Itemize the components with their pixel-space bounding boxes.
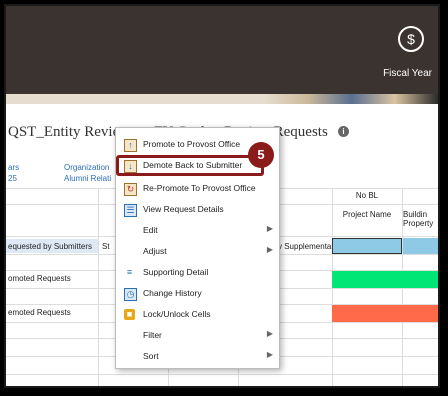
- group-header-no-bl: No BL: [355, 191, 379, 200]
- grid-cell-blue[interactable]: [403, 238, 438, 254]
- menu-item-label: Adjust: [143, 246, 167, 256]
- menu-item-label: Lock/Unlock Cells: [143, 309, 211, 319]
- menu-item-supporting-detail[interactable]: ≡ Supporting Detail: [116, 262, 279, 283]
- chevron-right-icon: ▶: [266, 329, 273, 338]
- menu-item-filter[interactable]: Filter ▶: [116, 325, 279, 346]
- column-header-building-line2: Property: [403, 219, 434, 228]
- menu-item-label: Promote to Provost Office: [143, 139, 241, 149]
- row-label-requested[interactable]: equested by Submitters: [8, 242, 92, 251]
- info-icon[interactable]: i: [338, 126, 349, 137]
- app-frame: $ Fiscal Year QST_Entity Reviewer - FY C…: [4, 4, 440, 388]
- column-header-project-name[interactable]: Project Name: [332, 210, 402, 219]
- fiscal-year-label[interactable]: Fiscal Year: [383, 68, 432, 79]
- menu-item-label: Filter: [143, 330, 162, 340]
- step-number-badge: 5: [248, 142, 274, 168]
- promoted-cells[interactable]: [332, 271, 438, 288]
- menu-item-lock-unlock[interactable]: ■ Lock/Unlock Cells: [116, 304, 279, 325]
- top-bar: $ Fiscal Year: [6, 6, 438, 94]
- menu-item-repromote[interactable]: ↻ Re-Promote To Provost Office: [116, 178, 279, 199]
- pov-year-label: ars: [8, 163, 20, 172]
- pov-year[interactable]: ars 25: [8, 162, 19, 184]
- menu-item-edit[interactable]: Edit ▶: [116, 220, 279, 241]
- menu-item-sort[interactable]: Sort ▶: [116, 346, 279, 367]
- pov-organization-label: Organization: [64, 163, 110, 172]
- pov-organization-value: Alumni Relati: [64, 174, 112, 183]
- chevron-right-icon: ▶: [266, 224, 273, 233]
- pov-organization[interactable]: Organization Alumni Relati: [64, 162, 111, 184]
- menu-item-label: Sort: [143, 351, 159, 361]
- row-label-demoted[interactable]: emoted Requests: [8, 308, 71, 317]
- menu-item-change-history[interactable]: ◷ Change History: [116, 283, 279, 304]
- details-icon: ☰: [124, 204, 137, 217]
- change-history-icon: ◷: [124, 288, 137, 301]
- menu-item-label: Edit: [143, 225, 158, 235]
- menu-item-label: Change History: [143, 288, 202, 298]
- menu-item-view-details[interactable]: ☰ View Request Details: [116, 199, 279, 220]
- menu-item-label: Supporting Detail: [143, 267, 209, 277]
- chevron-right-icon: ▶: [266, 350, 273, 359]
- row-label-promoted[interactable]: omoted Requests: [8, 274, 71, 283]
- grid-line: [6, 374, 438, 375]
- row-label-status-truncated: St: [102, 242, 110, 251]
- selected-cell[interactable]: [332, 238, 402, 254]
- chevron-right-icon: ▶: [266, 245, 273, 254]
- callout-highlight-box: [116, 155, 264, 176]
- menu-item-label: View Request Details: [143, 204, 224, 214]
- supporting-detail-icon: ≡: [126, 267, 133, 277]
- menu-item-adjust[interactable]: Adjust ▶: [116, 241, 279, 262]
- dollar-sign-icon[interactable]: $: [398, 26, 424, 52]
- lock-icon: ■: [124, 309, 135, 320]
- repromote-icon: ↻: [124, 183, 137, 196]
- row-label-supplemental: v Supplemental: [278, 242, 334, 251]
- column-header-building-line1: Buildin: [403, 210, 428, 219]
- grid-line: [98, 188, 99, 386]
- menu-item-label: Re-Promote To Provost Office: [143, 183, 256, 193]
- demoted-cells[interactable]: [332, 305, 438, 322]
- header-banner: [6, 94, 438, 104]
- column-header-building[interactable]: Buildin Property: [403, 210, 438, 228]
- pov-year-value: 25: [8, 174, 17, 183]
- promote-icon: ↑: [124, 139, 137, 152]
